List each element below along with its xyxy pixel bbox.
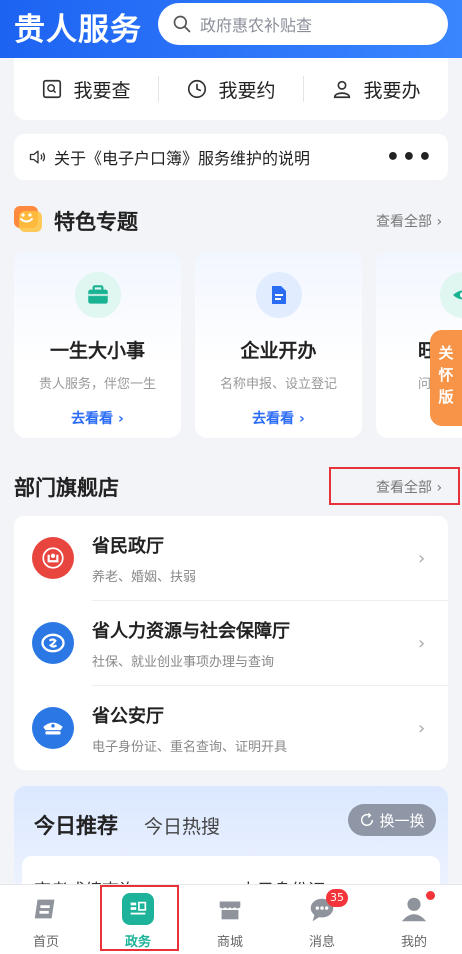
tab-label: 商城 (216, 935, 243, 950)
care-mode-tab[interactable]: 关怀版 (430, 330, 462, 426)
topic-card[interactable]: 一生大小事 贵人服务，伴您一生 去看看 › (14, 252, 181, 438)
clock-icon (188, 79, 207, 99)
topic-desc: 名称申报、设立登记 (219, 377, 337, 392)
tab-label: 首页 (32, 935, 59, 950)
quick-action-handle[interactable]: 我要办 (304, 76, 448, 103)
message-badge: 35 (326, 889, 348, 907)
notice-text: 关于《电子户口簿》服务维护的说明 (54, 149, 311, 168)
topic-card[interactable]: 企业开办 名称申报、设立登记 去看看 › (195, 252, 362, 438)
topic-desc: 贵人服务，伴您一生 (38, 377, 156, 392)
search-icon (173, 15, 191, 33)
dept-name: 省公安厅 (92, 705, 164, 727)
briefcase-icon (74, 272, 121, 318)
topic-link-label: 去看看 (71, 411, 114, 427)
refresh-button[interactable]: 换一换 (348, 804, 436, 836)
tab-messages[interactable]: 35 消息 (276, 885, 368, 954)
list-item[interactable]: 省民政厅 养老、婚姻、扶弱 › (14, 516, 448, 600)
tab-label: 我的 (400, 935, 427, 950)
quick-action-label: 我要约 (218, 79, 276, 102)
topic-link-label: 去看看 (252, 411, 295, 427)
tab-shop[interactable]: 商城 (184, 885, 276, 954)
dept-desc: 电子身份证、重名查询、证明开具 (92, 739, 288, 755)
list-item[interactable]: 省人力资源与社会保障厅 社保、就业创业事项办理与查询 › (14, 601, 448, 685)
highlight-box (100, 885, 179, 951)
brand-title: 贵人服务 (14, 12, 142, 48)
notification-dot (426, 891, 435, 900)
tab-profile[interactable]: 我的 (368, 885, 460, 954)
highlight-box (329, 467, 460, 505)
chevron-right-icon: › (418, 632, 426, 654)
quick-action-label: 我要办 (363, 79, 421, 102)
refresh-label: 换一换 (379, 811, 425, 830)
civil-affairs-icon (32, 537, 74, 579)
quick-actions: 我要查 我要约 我要办 (14, 58, 448, 120)
dept-desc: 养老、婚姻、扶弱 (92, 569, 197, 585)
department-list: 省民政厅 养老、婚姻、扶弱 › 省人力资源与社会保障厅 社保、就业创业事项办理与… (14, 516, 448, 770)
home-icon (30, 893, 62, 925)
topic-link[interactable]: 去看看 › (195, 408, 362, 428)
eye-icon (440, 272, 462, 318)
dept-name: 省人力资源与社会保障厅 (92, 620, 290, 642)
police-cap-icon (32, 707, 74, 749)
topic-name: 一生大小事 (49, 340, 145, 362)
document-icon (255, 272, 302, 318)
search-input[interactable]: 政府惠农补贴查 (158, 3, 448, 45)
quick-action-check[interactable]: 我要查 (14, 76, 158, 103)
tab-home[interactable]: 首页 (0, 885, 92, 954)
speaker-icon (29, 150, 46, 164)
dept-desc: 社保、就业创业事项办理与查询 (92, 654, 275, 670)
quick-action-appointment[interactable]: 我要约 (159, 76, 303, 103)
more-icon[interactable]: ••• (386, 145, 434, 170)
chevron-right-icon: › (418, 717, 426, 739)
bottom-tabbar: 首页 政务 商城 35 消息 我的 (0, 884, 462, 954)
search-placeholder: 政府惠农补贴查 (200, 16, 313, 35)
profile-icon (398, 893, 430, 925)
featured-see-all[interactable]: 查看全部 › (376, 211, 442, 231)
topic-link[interactable]: 去看看 › (14, 408, 181, 428)
see-all-label: 查看全部 (376, 214, 432, 230)
chevron-right-icon: › (418, 547, 426, 569)
recommend-panel: 今日推荐 今日热搜 换一换 高考成绩查询 电子身份证 (14, 786, 448, 901)
departments-title: 部门旗舰店 (14, 476, 119, 500)
search-doc-icon (43, 79, 62, 99)
quick-action-label: 我要查 (73, 79, 131, 102)
smile-icon (14, 206, 42, 232)
dept-name: 省民政厅 (92, 535, 164, 557)
list-item[interactable]: 省公安厅 电子身份证、重名查询、证明开具 › (14, 686, 448, 770)
featured-title: 特色专题 (54, 210, 138, 234)
shop-icon (214, 893, 246, 925)
tab-today-recommend[interactable]: 今日推荐 (34, 810, 118, 840)
topic-name: 企业开办 (240, 340, 317, 362)
tab-label: 消息 (308, 935, 335, 950)
app-header: 贵人服务 政府惠农补贴查 (0, 0, 462, 58)
user-icon (334, 80, 351, 99)
notice-bar[interactable]: 关于《电子户口簿》服务维护的说明 ••• (14, 134, 448, 180)
tab-today-hot[interactable]: 今日热搜 (144, 812, 220, 839)
social-security-icon (32, 622, 74, 664)
care-mode-label: 关怀版 (438, 344, 454, 406)
refresh-icon (361, 812, 374, 826)
